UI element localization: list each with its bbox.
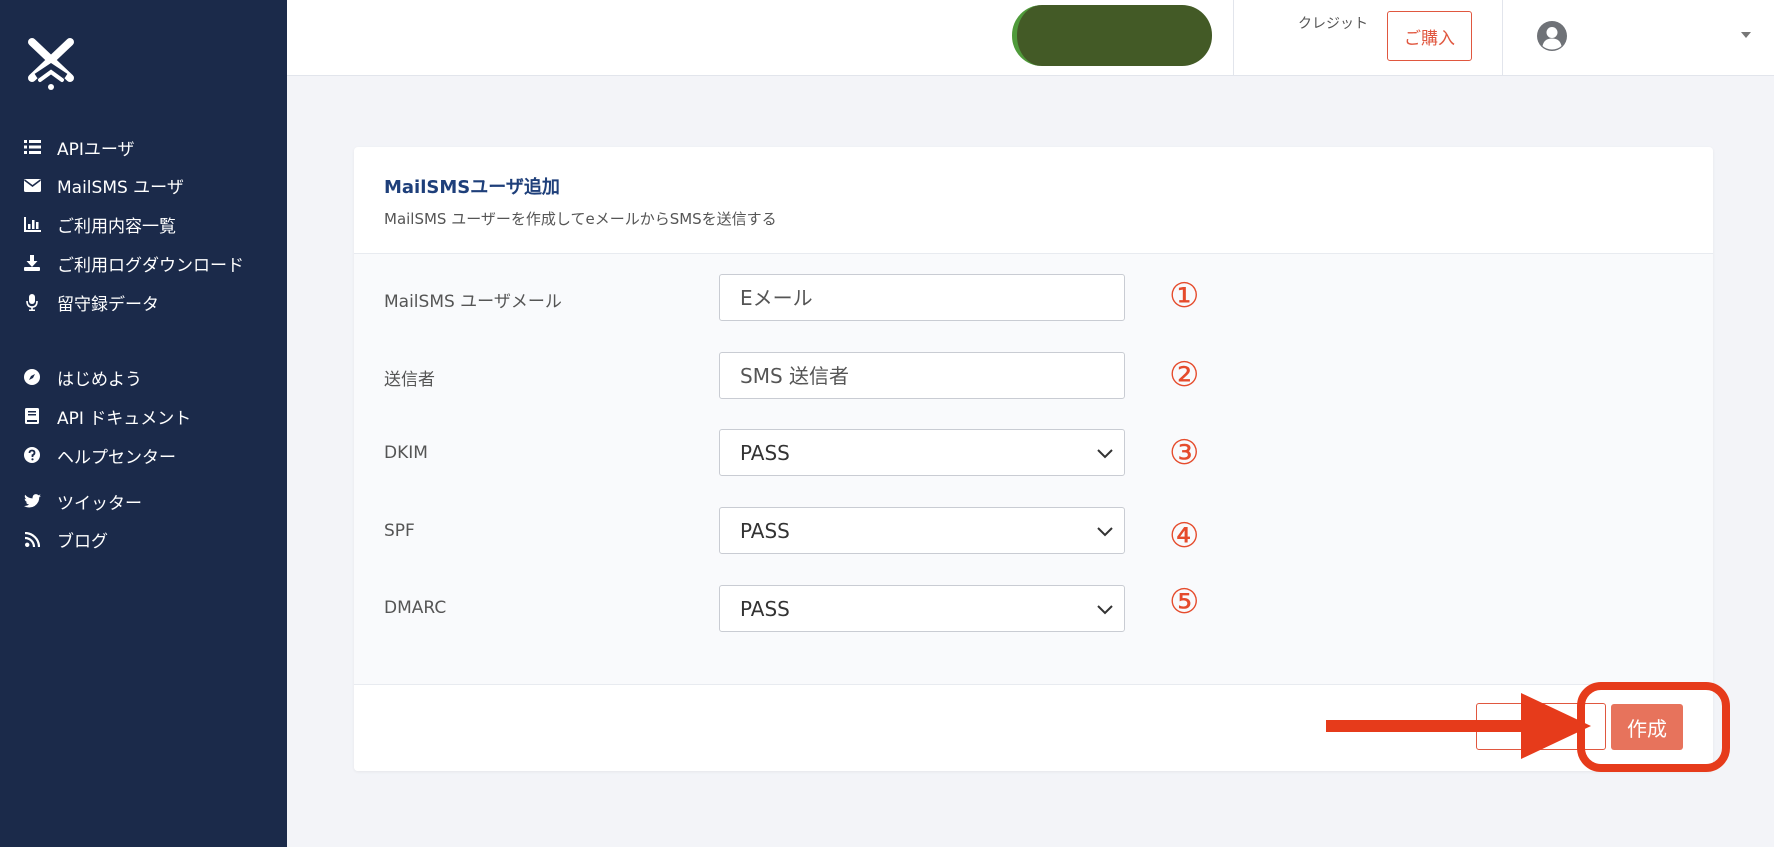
dmarc-label: DMARC bbox=[384, 598, 447, 618]
dkim-selected-value: PASS bbox=[740, 440, 790, 465]
sidebar-item-label: ヘルプセンター bbox=[57, 447, 176, 468]
compass-icon bbox=[22, 367, 42, 387]
annotation-arrow-icon bbox=[1326, 693, 1591, 759]
credit-label: クレジット bbox=[1298, 16, 1368, 32]
card-header: MailSMSユーザ追加 MailSMS ユーザーを作成してeメールからSMSを… bbox=[354, 147, 1713, 254]
divider bbox=[1502, 0, 1503, 76]
dmarc-select[interactable]: PASS bbox=[719, 585, 1125, 632]
account-balance-pill bbox=[1012, 5, 1212, 66]
spf-select[interactable]: PASS bbox=[719, 507, 1125, 554]
sidebar-item-usage-list[interactable]: ご利用内容一覧 bbox=[22, 210, 176, 238]
annotation-number-1: ① bbox=[1169, 276, 1200, 316]
sender-field[interactable] bbox=[719, 352, 1125, 399]
email-label: MailSMS ユーザメール bbox=[384, 292, 562, 312]
chevron-down-icon bbox=[1097, 449, 1113, 459]
page-title: MailSMSユーザ追加 bbox=[384, 177, 560, 198]
sidebar-item-label: APIユーザ bbox=[57, 139, 135, 160]
sidebar-item-get-started[interactable]: はじめよう bbox=[22, 363, 142, 391]
sender-label: 送信者 bbox=[384, 370, 435, 390]
sidebar-item-mailsms-users[interactable]: MailSMS ユーザ bbox=[22, 171, 184, 199]
annotation-highlight-ring bbox=[1577, 682, 1730, 772]
sidebar-item-help-center[interactable]: ヘルプセンター bbox=[22, 441, 176, 469]
spf-label: SPF bbox=[384, 521, 415, 541]
bar-chart-icon bbox=[22, 214, 42, 234]
sidebar-item-label: ツイッター bbox=[57, 493, 142, 514]
email-field[interactable] bbox=[719, 274, 1125, 321]
rss-icon bbox=[22, 529, 42, 549]
logo-icon[interactable] bbox=[26, 36, 76, 90]
dkim-select[interactable]: PASS bbox=[719, 429, 1125, 476]
list-icon bbox=[22, 137, 42, 157]
sidebar-item-api-users[interactable]: APIユーザ bbox=[22, 133, 135, 161]
sidebar-item-blog[interactable]: ブログ bbox=[22, 525, 108, 553]
sidebar-item-log-download[interactable]: ご利用ログダウンロード bbox=[22, 249, 244, 277]
download-icon bbox=[22, 253, 42, 273]
sidebar: APIユーザ MailSMS ユーザ ご利用内容一覧 ご利用ログダウンロード 留… bbox=[0, 0, 287, 847]
annotation-number-3: ③ bbox=[1169, 433, 1200, 473]
sidebar-item-label: 留守録データ bbox=[57, 294, 159, 315]
page-subtitle: MailSMS ユーザーを作成してeメールからSMSを送信する bbox=[384, 210, 777, 228]
dmarc-selected-value: PASS bbox=[740, 596, 790, 621]
sidebar-item-label: ブログ bbox=[57, 531, 108, 552]
chevron-down-icon bbox=[1097, 605, 1113, 615]
twitter-icon bbox=[22, 491, 42, 511]
chevron-down-icon bbox=[1097, 527, 1113, 537]
user-menu-caret-icon[interactable] bbox=[1741, 32, 1751, 38]
microphone-icon bbox=[22, 292, 42, 312]
question-circle-icon bbox=[22, 445, 42, 465]
annotation-number-4: ④ bbox=[1169, 516, 1200, 556]
buy-button[interactable]: ご購入 bbox=[1387, 11, 1472, 61]
sidebar-item-label: はじめよう bbox=[57, 369, 142, 390]
book-icon bbox=[22, 406, 42, 426]
spf-selected-value: PASS bbox=[740, 518, 790, 543]
sidebar-item-label: ご利用ログダウンロード bbox=[57, 255, 244, 276]
annotation-number-5: ⑤ bbox=[1169, 582, 1200, 622]
user-avatar-icon[interactable] bbox=[1537, 21, 1567, 51]
envelope-icon bbox=[22, 175, 42, 195]
sidebar-item-twitter[interactable]: ツイッター bbox=[22, 487, 142, 515]
divider bbox=[1233, 0, 1234, 76]
sidebar-item-api-docs[interactable]: API ドキュメント bbox=[22, 402, 191, 430]
sidebar-item-voicemail[interactable]: 留守録データ bbox=[22, 288, 159, 316]
sidebar-item-label: ご利用内容一覧 bbox=[57, 216, 176, 237]
sidebar-item-label: MailSMS ユーザ bbox=[57, 177, 184, 198]
dkim-label: DKIM bbox=[384, 443, 428, 463]
annotation-number-2: ② bbox=[1169, 355, 1200, 395]
sidebar-item-label: API ドキュメント bbox=[57, 408, 192, 429]
